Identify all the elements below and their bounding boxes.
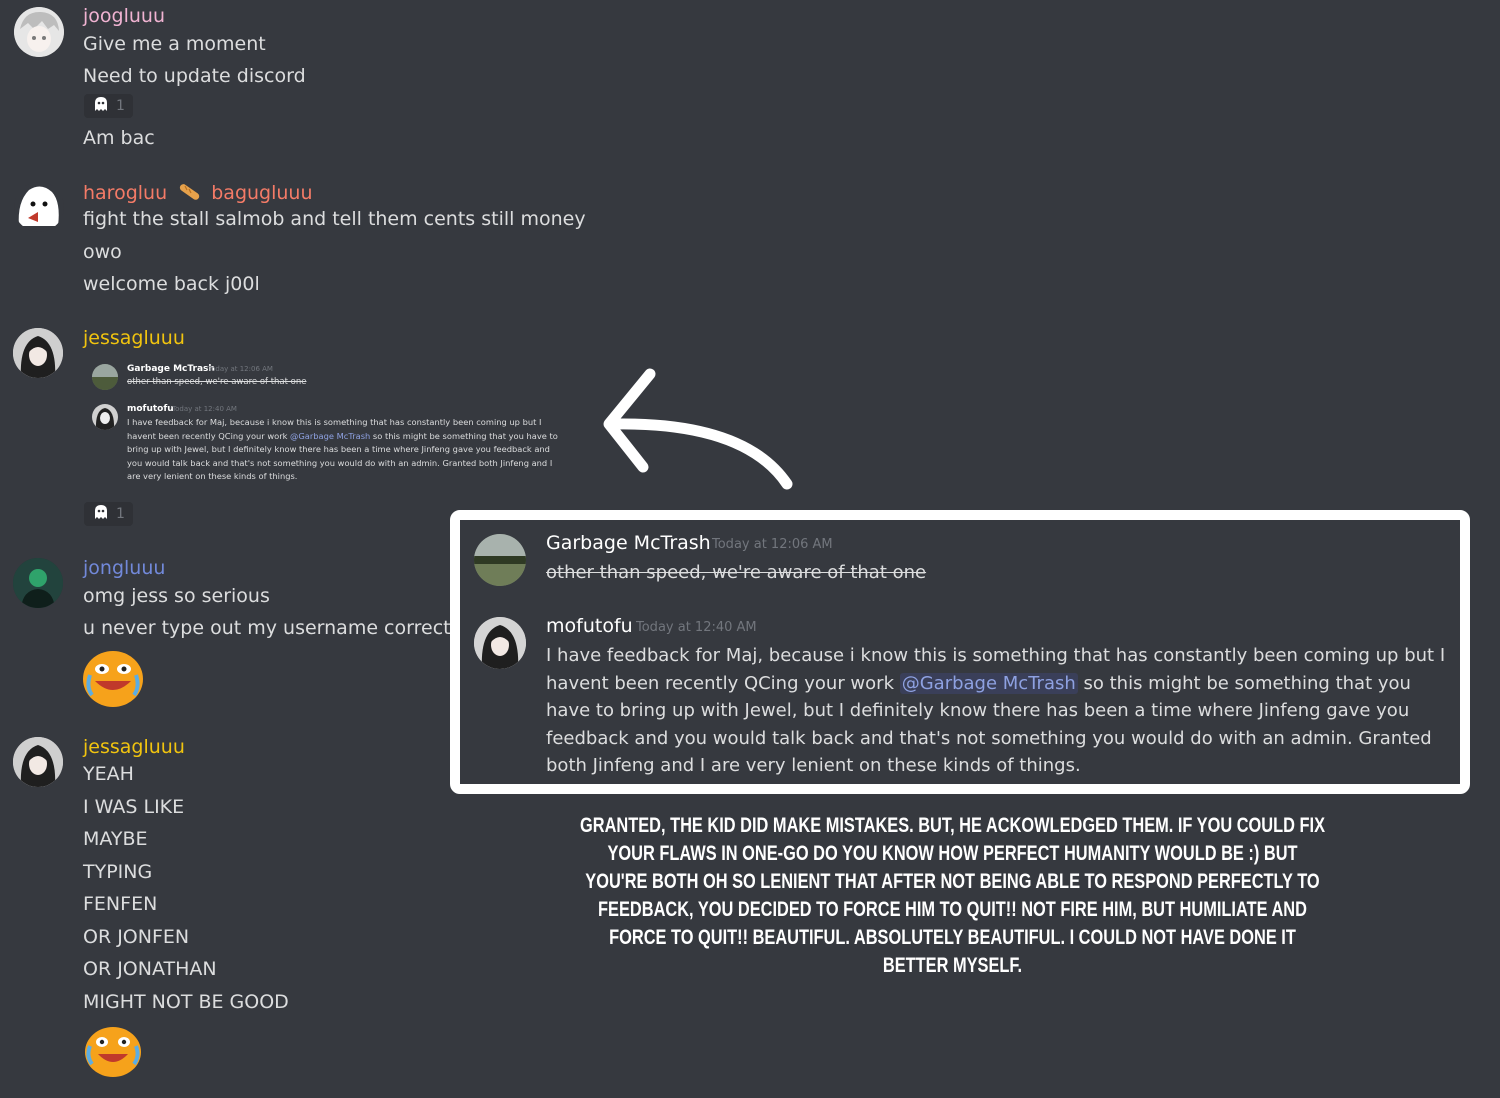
avatar-jessagluuu[interactable]: [13, 328, 63, 378]
embed-strikethrough-text: other than speed, we're aware of that on…: [127, 377, 307, 387]
crying-blob-emoji-icon: [82, 1022, 142, 1082]
anime-character-avatar-icon: [13, 737, 63, 787]
message-text: MAYBE: [83, 828, 148, 850]
username-jessagluuu[interactable]: jessagluuu: [83, 327, 185, 349]
avatar-harogluu[interactable]: [14, 182, 64, 232]
strikethrough-text: other than speed, we're aware of that on…: [546, 562, 927, 583]
person-avatar-icon: [13, 558, 63, 608]
anime-character-avatar-icon: [13, 328, 63, 378]
message-text: Give me a moment: [83, 33, 266, 55]
message-text: I have feedback for Maj, because i know …: [546, 642, 1452, 780]
avatar-joogluuu[interactable]: [14, 7, 64, 57]
timestamp: Today at 12:06 AM: [712, 537, 833, 552]
zoomed-screenshot-box: Garbage McTrash Today at 12:06 AM other …: [450, 510, 1470, 794]
ghost-avatar-icon: [18, 186, 59, 226]
username-jessagluuu[interactable]: jessagluuu: [83, 736, 185, 758]
timestamp: Today at 12:40 AM: [636, 620, 757, 635]
embed-timestamp: Today at 12:06 AM: [208, 365, 273, 373]
avatar-mofutofu: [92, 404, 118, 430]
anime-character-avatar-icon: [95, 408, 115, 430]
message-text: fight the stall salmob and tell them cen…: [83, 208, 586, 230]
baguette-icon: [177, 181, 201, 206]
embed-timestamp: Today at 12:40 AM: [172, 405, 237, 413]
message-text: YEAH: [83, 763, 134, 785]
crying-blob-emoji-icon: [82, 647, 143, 707]
reaction-count: 1: [116, 98, 125, 114]
message-text: I WAS LIKE: [83, 796, 185, 818]
caption-text: GRANTED, THE KID DID MAKE MISTAKES. BUT,…: [580, 814, 1325, 977]
username-part-a: harogluu: [83, 182, 168, 204]
embed-author-name: mofutofu: [127, 404, 174, 414]
embed-author-name: Garbage McTrash: [127, 364, 215, 374]
embed-message-text: I have feedback for Maj, because i know …: [127, 416, 567, 484]
ghost-icon: [92, 96, 110, 116]
curved-arrow-icon: [603, 368, 793, 490]
avatar-garbage-mctrash[interactable]: [474, 534, 526, 586]
message-text: omg jess so serious: [83, 585, 270, 607]
username-jongluuu[interactable]: jongluuu: [83, 557, 165, 579]
user-mention[interactable]: @Garbage McTrash: [899, 672, 1078, 694]
landscape-avatar-icon: [92, 364, 118, 390]
author-name[interactable]: Garbage McTrash: [546, 532, 711, 554]
message-text: OR JONATHAN: [83, 958, 217, 980]
avatar-jongluuu[interactable]: [13, 558, 63, 608]
message-text: TYPING: [83, 861, 153, 883]
username-joogluuu[interactable]: joogluuu: [83, 5, 165, 27]
message-text: u never type out my username correctly: [83, 617, 468, 639]
avatar-mofutofu[interactable]: [474, 617, 526, 669]
landscape-avatar-icon: [474, 534, 526, 586]
anime-girl-avatar-icon: [14, 7, 64, 57]
reaction-count: 1: [116, 506, 125, 522]
message-text: FENFEN: [83, 893, 158, 915]
message-text: MIGHT NOT BE GOOD: [83, 991, 289, 1013]
reaction-ghost[interactable]: 1: [84, 94, 133, 118]
message-text: welcome back j00l: [83, 273, 260, 295]
ghost-icon: [92, 504, 110, 524]
message-text: owo: [83, 241, 122, 263]
author-name[interactable]: mofutofu: [546, 615, 633, 637]
username-part-b: bagugluuu: [211, 182, 313, 204]
message-text: Am bac: [83, 127, 155, 149]
username-harogluu[interactable]: harogluu bagugluuu: [83, 181, 313, 206]
anime-character-avatar-icon: [474, 617, 526, 669]
embedded-screenshot[interactable]: Garbage McTrash Today at 12:06 AM other …: [88, 358, 568, 488]
reaction-ghost[interactable]: 1: [84, 502, 133, 526]
embed-mention: @Garbage McTrash: [290, 430, 371, 441]
avatar-jessagluuu[interactable]: [13, 737, 63, 787]
avatar-garbage-mctrash: [92, 364, 118, 390]
message-text: Need to update discord: [83, 65, 306, 87]
message-text: OR JONFEN: [83, 926, 190, 948]
